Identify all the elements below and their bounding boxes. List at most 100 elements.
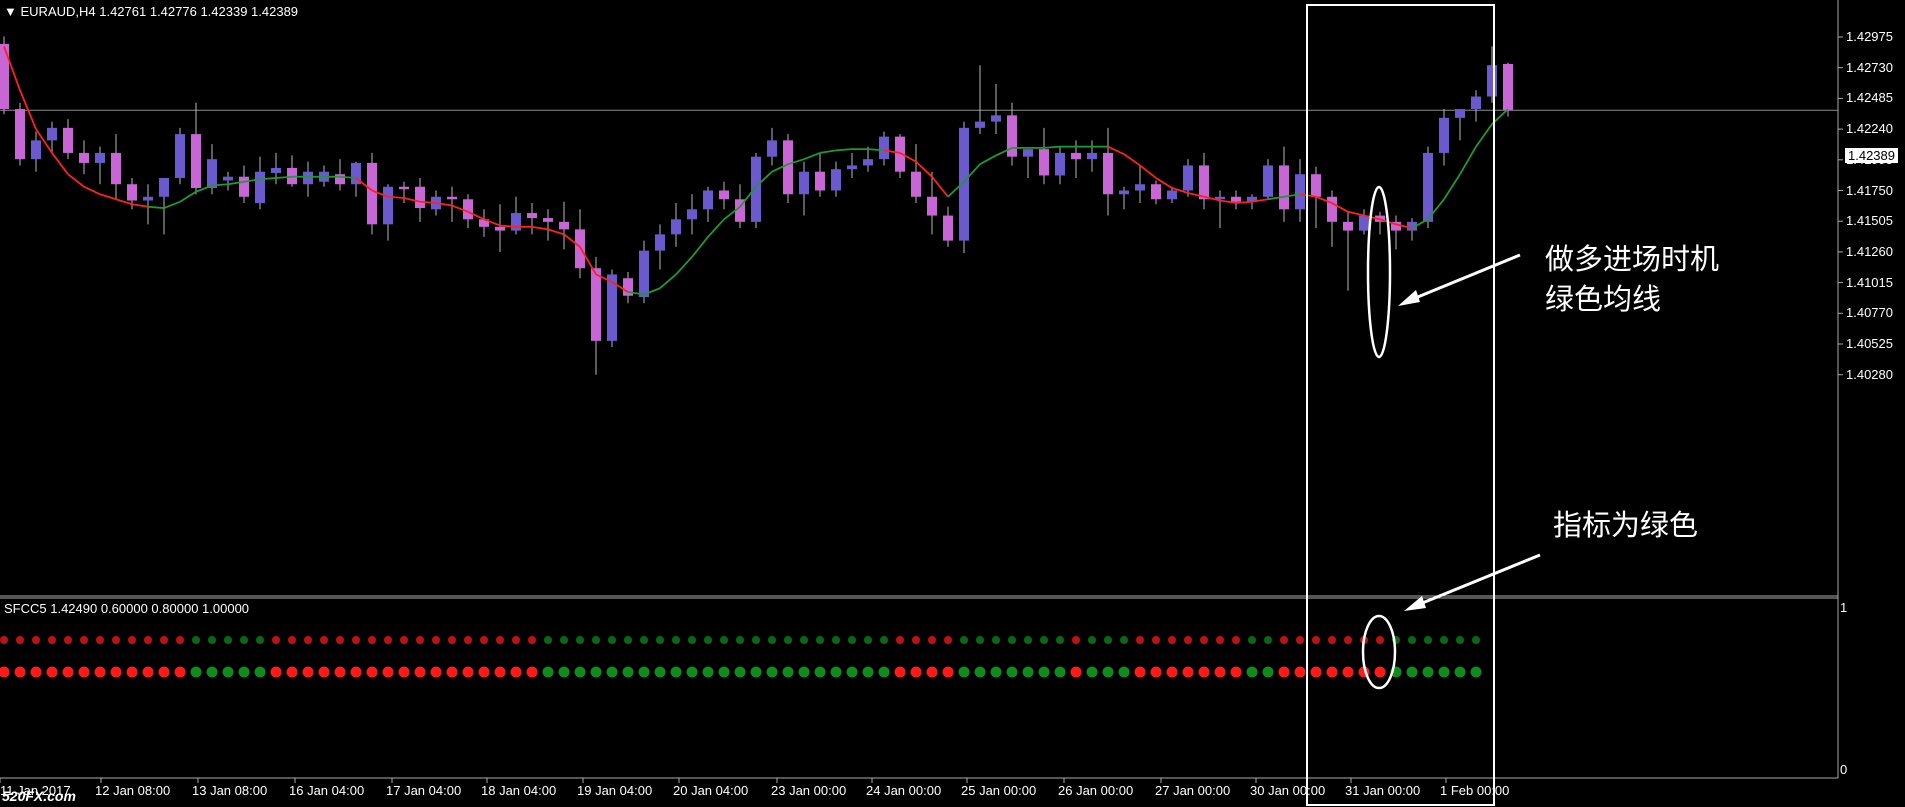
ma-segment <box>67 173 85 188</box>
indicator-dot-upper <box>1248 636 1256 644</box>
indicator-dot-lower <box>1150 666 1162 678</box>
indicator-dot-upper <box>336 636 344 644</box>
ma-segment <box>179 190 197 203</box>
indicator-dot-lower <box>1422 666 1434 678</box>
ma-segment <box>691 236 709 258</box>
header-dropdown-icon[interactable]: ▼ <box>4 4 17 19</box>
indicator-dot-upper <box>304 636 312 644</box>
indicator-dot-upper <box>1216 636 1224 644</box>
indicator-dot-upper <box>80 636 88 644</box>
indicator-dot-lower <box>1230 666 1242 678</box>
indicator-dot-lower <box>366 666 378 678</box>
candle-body <box>1423 152 1433 222</box>
indicator-dot-upper <box>672 636 680 644</box>
candles <box>0 36 1513 375</box>
candle-body <box>1199 165 1209 200</box>
indicator-dot-upper <box>464 636 472 644</box>
indicator-annotation: 指标为绿色 <box>1553 508 1699 542</box>
candle-body <box>1231 196 1241 202</box>
candle-body <box>1071 152 1081 160</box>
indicator-dot-lower <box>1070 666 1082 678</box>
y-tick-label: 1.40525 <box>1846 336 1893 351</box>
indicator-dot-lower <box>894 666 906 678</box>
ma-segment <box>211 183 229 187</box>
candle-body <box>47 127 57 141</box>
candle-body <box>1439 117 1449 153</box>
indicator-dot-lower <box>254 666 266 678</box>
indicator-dot-lower <box>830 666 842 678</box>
indicator-dot-lower <box>542 666 554 678</box>
x-tick-label: 30 Jan 00:00 <box>1250 783 1326 798</box>
y-tick-label: 1.42240 <box>1846 121 1893 137</box>
candle-body <box>1359 215 1369 231</box>
indicator-dot-lower <box>94 666 106 678</box>
candle-body <box>591 268 601 341</box>
candle-body <box>63 127 73 153</box>
indicator-dot-lower <box>222 666 234 678</box>
indicator-dot-lower <box>0 666 10 678</box>
candle-body <box>255 171 265 204</box>
entry-ellipse <box>1366 185 1392 359</box>
indicator-dot-lower <box>1182 666 1194 678</box>
candle-body <box>1327 196 1337 222</box>
indicator-dot-upper <box>128 636 136 644</box>
indicator-dot-lower <box>494 666 506 678</box>
indicator-dot-upper <box>1072 636 1080 644</box>
indicator-dot-upper <box>1264 636 1272 644</box>
indicator-dot-upper <box>160 636 168 644</box>
indicator-dot-lower <box>1166 666 1178 678</box>
ma-segment <box>51 152 69 175</box>
candle-body <box>1295 174 1305 210</box>
indicator-dot-upper <box>992 636 1000 644</box>
indicator-dots <box>0 636 1482 678</box>
candle-body <box>191 134 201 188</box>
indicator-dot-upper <box>192 636 200 644</box>
ma-segment <box>419 200 437 204</box>
ma-segment <box>835 148 853 152</box>
indicator-dot-upper <box>1184 636 1192 644</box>
indicator-dot-upper <box>48 636 56 644</box>
ma-segment <box>275 175 293 179</box>
indicator-dot-upper <box>416 636 424 644</box>
ma-segment <box>1139 164 1157 179</box>
candle-body <box>79 152 89 163</box>
candle-body <box>399 186 409 190</box>
indicator-dot-lower <box>862 666 874 678</box>
indicator-header: SFCC5 1.42490 0.60000 0.80000 1.00000 <box>4 601 250 616</box>
indicator-dot-lower <box>910 666 922 678</box>
candle-body <box>271 167 281 173</box>
indicator-dot-lower <box>846 666 858 678</box>
candle-body <box>687 209 697 220</box>
indicator-dot-upper <box>224 636 232 644</box>
indicator-dot-upper <box>176 636 184 644</box>
indicator-dot-lower <box>702 666 714 678</box>
candle-body <box>1103 152 1113 195</box>
indicator-dot-upper <box>1024 636 1032 644</box>
indicator-dot-upper <box>736 636 744 644</box>
candle-body <box>447 196 457 200</box>
indicator-dot-upper <box>832 636 840 644</box>
candle-body <box>127 184 137 201</box>
indicator-dot-upper <box>560 636 568 644</box>
indicator-dot-lower <box>158 666 170 678</box>
ma-segment <box>819 149 837 154</box>
indicator-dot-upper <box>1344 636 1352 644</box>
indicator-dot-lower <box>30 666 42 678</box>
indicator-dot-lower <box>62 666 74 678</box>
candle-body <box>1343 221 1353 231</box>
candle-body <box>559 221 569 230</box>
ma-segment <box>163 200 181 209</box>
entry-arrow-shaft <box>1407 253 1521 303</box>
indicator-dot-upper <box>1008 636 1016 644</box>
indicator-dot-lower <box>126 666 138 678</box>
indicator-dot-lower <box>46 666 58 678</box>
ma-segment <box>1235 200 1253 204</box>
indicator-dot-upper <box>1424 636 1432 644</box>
candle-body <box>767 140 777 157</box>
candle-body <box>1151 184 1161 200</box>
indicator-dot-lower <box>814 666 826 678</box>
candle-body <box>1503 63 1513 111</box>
x-tick-label: 1 Feb 00:00 <box>1440 783 1510 798</box>
candle-body <box>111 152 121 185</box>
indicator-dot-lower <box>622 666 634 678</box>
